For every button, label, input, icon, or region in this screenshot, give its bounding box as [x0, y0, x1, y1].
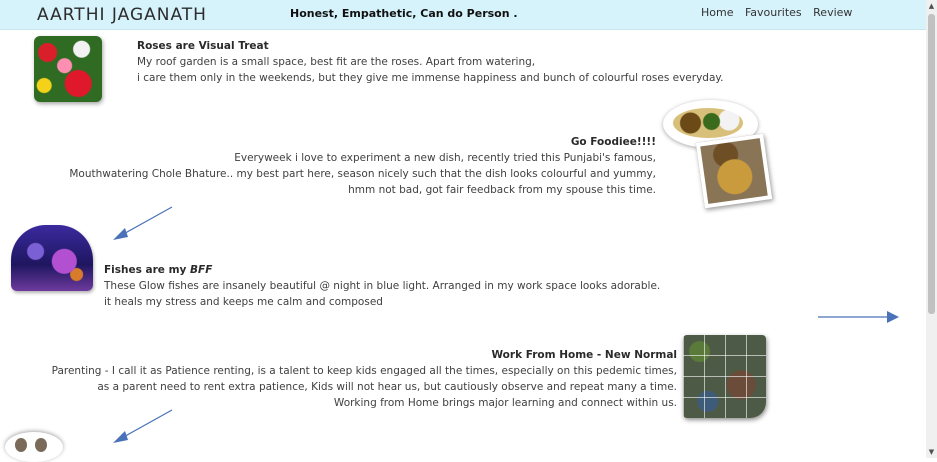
- arrow-icon: [113, 409, 173, 443]
- decorative-arrows: [113, 206, 899, 443]
- scroll-down-arrow-icon[interactable]: ▼: [926, 446, 937, 458]
- arrow-icon: [113, 206, 173, 240]
- vertical-scrollbar[interactable]: ▲ ▼: [926, 0, 937, 458]
- arrow-icon: [818, 311, 899, 323]
- scrollbar-thumb[interactable]: [928, 14, 935, 314]
- scroll-up-arrow-icon[interactable]: ▲: [926, 0, 937, 12]
